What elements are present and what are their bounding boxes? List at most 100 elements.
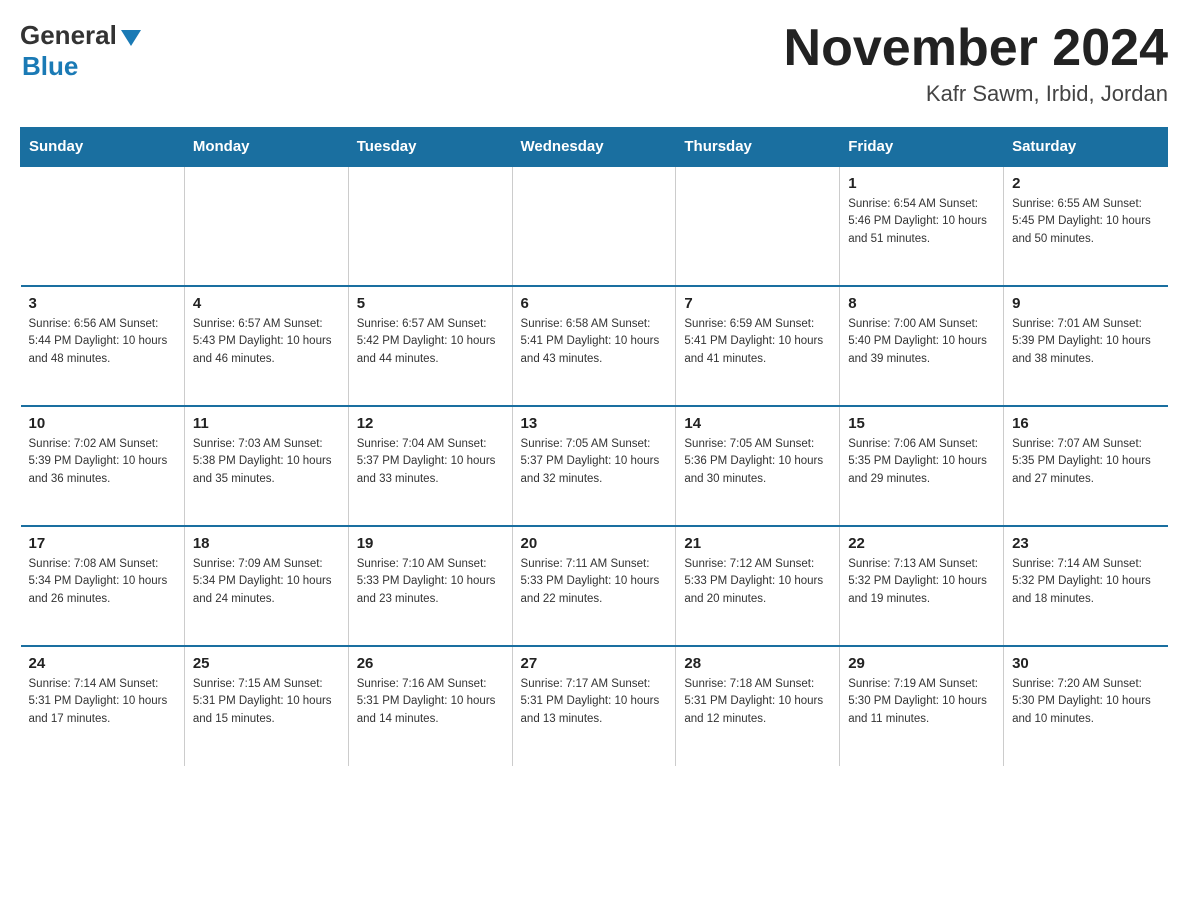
day-cell: 24 Sunrise: 7:14 AM Sunset: 5:31 PM Dayli… [21,646,185,766]
day-info: Sunrise: 7:10 AM Sunset: 5:33 PM Dayligh… [357,556,504,608]
day-number: 19 [357,535,504,552]
day-cell: 15 Sunrise: 7:06 AM Sunset: 5:35 PM Dayli… [840,406,1004,526]
logo-triangle-icon [121,30,141,46]
day-cell: 29Sunrise: 7:19 AM Sunset: 5:30 PM Dayli… [840,646,1004,766]
day-info: Sunrise: 6:56 AM Sunset: 5:44 PM Dayligh… [29,316,176,368]
day-number: 4 [193,295,340,312]
day-number: 1 [848,175,995,192]
week-row-5: 24 Sunrise: 7:14 AM Sunset: 5:31 PM Dayli… [21,646,1168,766]
header-cell-wednesday: Wednesday [512,128,676,167]
day-cell: 30 Sunrise: 7:20 AM Sunset: 5:30 PM Dayli… [1004,646,1168,766]
day-number: 2 [1012,175,1159,192]
day-cell: 9Sunrise: 7:01 AM Sunset: 5:39 PM Daylig… [1004,286,1168,406]
month-title: November 2024 [784,20,1168,77]
day-number: 27 [521,655,668,672]
day-cell: 8 Sunrise: 7:00 AM Sunset: 5:40 PM Daylig… [840,286,1004,406]
week-row-4: 17 Sunrise: 7:08 AM Sunset: 5:34 PM Dayli… [21,526,1168,646]
day-number: 3 [29,295,176,312]
day-info: Sunrise: 7:08 AM Sunset: 5:34 PM Dayligh… [29,556,176,608]
day-info: Sunrise: 7:05 AM Sunset: 5:37 PM Dayligh… [521,436,668,488]
week-row-3: 10Sunrise: 7:02 AM Sunset: 5:39 PM Dayli… [21,406,1168,526]
day-cell [676,166,840,286]
day-number: 21 [684,535,831,552]
header-cell-thursday: Thursday [676,128,840,167]
day-cell: 4 Sunrise: 6:57 AM Sunset: 5:43 PM Daylig… [184,286,348,406]
day-info: Sunrise: 7:06 AM Sunset: 5:35 PM Dayligh… [848,436,995,488]
day-number: 20 [521,535,668,552]
calendar-body: 1 Sunrise: 6:54 AM Sunset: 5:46 PM Daylig… [21,166,1168,766]
day-cell: 10Sunrise: 7:02 AM Sunset: 5:39 PM Dayli… [21,406,185,526]
page-header: General Blue November 2024 Kafr Sawm, Ir… [20,20,1168,107]
day-cell: 27 Sunrise: 7:17 AM Sunset: 5:31 PM Dayli… [512,646,676,766]
header-cell-saturday: Saturday [1004,128,1168,167]
day-number: 14 [684,415,831,432]
day-cell: 22 Sunrise: 7:13 AM Sunset: 5:32 PM Dayli… [840,526,1004,646]
day-number: 30 [1012,655,1159,672]
day-number: 11 [193,415,340,432]
day-number: 29 [848,655,995,672]
day-cell [184,166,348,286]
header-cell-tuesday: Tuesday [348,128,512,167]
day-number: 12 [357,415,504,432]
day-number: 13 [521,415,668,432]
day-cell: 2 Sunrise: 6:55 AM Sunset: 5:45 PM Daylig… [1004,166,1168,286]
day-number: 28 [684,655,831,672]
calendar-table: SundayMondayTuesdayWednesdayThursdayFrid… [20,127,1168,766]
day-cell: 3 Sunrise: 6:56 AM Sunset: 5:44 PM Daylig… [21,286,185,406]
day-info: Sunrise: 6:59 AM Sunset: 5:41 PM Dayligh… [684,316,831,368]
day-info: Sunrise: 7:14 AM Sunset: 5:31 PM Dayligh… [29,676,176,728]
day-info: Sunrise: 6:57 AM Sunset: 5:42 PM Dayligh… [357,316,504,368]
day-cell: 11Sunrise: 7:03 AM Sunset: 5:38 PM Dayli… [184,406,348,526]
day-info: Sunrise: 7:00 AM Sunset: 5:40 PM Dayligh… [848,316,995,368]
day-cell: 17 Sunrise: 7:08 AM Sunset: 5:34 PM Dayli… [21,526,185,646]
header-cell-monday: Monday [184,128,348,167]
day-cell: 13 Sunrise: 7:05 AM Sunset: 5:37 PM Dayli… [512,406,676,526]
day-number: 17 [29,535,176,552]
title-block: November 2024 Kafr Sawm, Irbid, Jordan [784,20,1168,107]
week-row-2: 3 Sunrise: 6:56 AM Sunset: 5:44 PM Daylig… [21,286,1168,406]
day-cell: 5 Sunrise: 6:57 AM Sunset: 5:42 PM Daylig… [348,286,512,406]
day-number: 22 [848,535,995,552]
day-number: 5 [357,295,504,312]
day-cell: 26 Sunrise: 7:16 AM Sunset: 5:31 PM Dayli… [348,646,512,766]
week-row-1: 1 Sunrise: 6:54 AM Sunset: 5:46 PM Daylig… [21,166,1168,286]
day-info: Sunrise: 7:05 AM Sunset: 5:36 PM Dayligh… [684,436,831,488]
header-cell-friday: Friday [840,128,1004,167]
day-cell: 19 Sunrise: 7:10 AM Sunset: 5:33 PM Dayli… [348,526,512,646]
day-cell: 23Sunrise: 7:14 AM Sunset: 5:32 PM Dayli… [1004,526,1168,646]
day-number: 8 [848,295,995,312]
day-number: 15 [848,415,995,432]
calendar-header: SundayMondayTuesdayWednesdayThursdayFrid… [21,128,1168,167]
header-row: SundayMondayTuesdayWednesdayThursdayFrid… [21,128,1168,167]
logo-blue-text: Blue [22,51,78,82]
logo: General Blue [20,20,141,82]
day-info: Sunrise: 7:09 AM Sunset: 5:34 PM Dayligh… [193,556,340,608]
logo-general-text: General [20,20,117,51]
day-number: 9 [1012,295,1159,312]
day-cell: 1 Sunrise: 6:54 AM Sunset: 5:46 PM Daylig… [840,166,1004,286]
day-info: Sunrise: 7:17 AM Sunset: 5:31 PM Dayligh… [521,676,668,728]
day-number: 24 [29,655,176,672]
day-cell [512,166,676,286]
day-info: Sunrise: 6:55 AM Sunset: 5:45 PM Dayligh… [1012,196,1159,248]
location-subtitle: Kafr Sawm, Irbid, Jordan [784,81,1168,107]
day-number: 25 [193,655,340,672]
day-info: Sunrise: 6:54 AM Sunset: 5:46 PM Dayligh… [848,196,995,248]
day-info: Sunrise: 7:20 AM Sunset: 5:30 PM Dayligh… [1012,676,1159,728]
day-cell: 25Sunrise: 7:15 AM Sunset: 5:31 PM Dayli… [184,646,348,766]
day-number: 26 [357,655,504,672]
day-cell [348,166,512,286]
day-info: Sunrise: 7:13 AM Sunset: 5:32 PM Dayligh… [848,556,995,608]
day-info: Sunrise: 7:16 AM Sunset: 5:31 PM Dayligh… [357,676,504,728]
day-cell: 14 Sunrise: 7:05 AM Sunset: 5:36 PM Dayli… [676,406,840,526]
day-info: Sunrise: 6:57 AM Sunset: 5:43 PM Dayligh… [193,316,340,368]
day-number: 7 [684,295,831,312]
day-cell: 7 Sunrise: 6:59 AM Sunset: 5:41 PM Daylig… [676,286,840,406]
day-info: Sunrise: 7:18 AM Sunset: 5:31 PM Dayligh… [684,676,831,728]
header-cell-sunday: Sunday [21,128,185,167]
day-cell: 18 Sunrise: 7:09 AM Sunset: 5:34 PM Dayli… [184,526,348,646]
day-number: 16 [1012,415,1159,432]
day-number: 18 [193,535,340,552]
day-info: Sunrise: 7:02 AM Sunset: 5:39 PM Dayligh… [29,436,176,488]
day-info: Sunrise: 7:12 AM Sunset: 5:33 PM Dayligh… [684,556,831,608]
